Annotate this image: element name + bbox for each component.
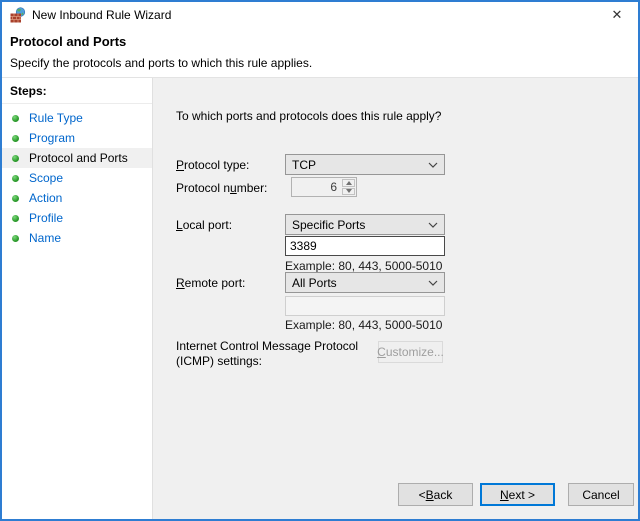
- cancel-button[interactable]: Cancel: [568, 483, 634, 506]
- question-text: To which ports and protocols does this r…: [176, 109, 442, 123]
- protocol-type-combobox[interactable]: TCP: [285, 154, 445, 175]
- icmp-settings-label: Internet Control Message Protocol (ICMP)…: [176, 339, 358, 369]
- firewall-icon: [10, 7, 26, 23]
- local-port-combobox[interactable]: Specific Ports: [285, 214, 445, 235]
- page-title: Protocol and Ports: [10, 34, 127, 49]
- step-bullet-icon: [12, 214, 19, 222]
- protocol-type-value: TCP: [292, 157, 316, 172]
- step-bullet-icon: [12, 134, 19, 142]
- sidebar-step-rule-type[interactable]: Rule Type: [2, 108, 152, 128]
- close-icon[interactable]: ✕: [608, 6, 626, 24]
- customize-button: Customize...: [377, 341, 444, 363]
- wizard-header: Protocol and Ports Specify the protocols…: [2, 28, 638, 78]
- chevron-down-icon: [428, 222, 438, 228]
- title-bar[interactable]: New Inbound Rule Wizard ✕: [2, 2, 638, 28]
- step-label: Protocol and Ports: [29, 151, 128, 165]
- sidebar-step-scope[interactable]: Scope: [2, 168, 152, 188]
- steps-list: Rule Type Program Protocol and Ports Sco…: [2, 108, 152, 248]
- protocol-number-label: Protocol number:: [176, 181, 268, 195]
- remote-ports-input: [285, 296, 445, 316]
- sidebar-step-name[interactable]: Name: [2, 228, 152, 248]
- window-title: New Inbound Rule Wizard: [32, 8, 172, 22]
- local-port-example: Example: 80, 443, 5000-5010: [285, 259, 443, 273]
- protocol-number-value: 6: [330, 180, 337, 194]
- remote-port-combobox[interactable]: All Ports: [285, 272, 445, 293]
- stepper-up-icon: [342, 179, 355, 187]
- wizard-content: To which ports and protocols does this r…: [153, 78, 638, 519]
- step-bullet-icon: [12, 114, 19, 122]
- sidebar-step-action[interactable]: Action: [2, 188, 152, 208]
- protocol-number-stepper: 6: [291, 177, 357, 197]
- page-subtitle: Specify the protocols and ports to which…: [10, 56, 313, 70]
- steps-heading: Steps:: [2, 78, 152, 104]
- step-bullet-icon: [12, 154, 19, 162]
- remote-port-label: Remote port:: [176, 276, 246, 290]
- steps-sidebar: Steps: Rule Type Program Protocol and Po…: [2, 78, 153, 519]
- step-bullet-icon: [12, 234, 19, 242]
- chevron-down-icon: [428, 280, 438, 286]
- step-bullet-icon: [12, 174, 19, 182]
- next-button[interactable]: Next >: [480, 483, 555, 506]
- local-ports-input[interactable]: [285, 236, 445, 256]
- sidebar-step-profile[interactable]: Profile: [2, 208, 152, 228]
- icmp-label-line2: (ICMP) settings:: [176, 354, 263, 368]
- sidebar-step-program[interactable]: Program: [2, 128, 152, 148]
- step-label: Scope: [29, 171, 64, 185]
- step-bullet-icon: [12, 194, 19, 202]
- protocol-type-label: Protocol type:: [176, 158, 250, 172]
- step-label: Profile: [29, 211, 64, 225]
- step-label: Program: [29, 131, 76, 145]
- chevron-down-icon: [428, 162, 438, 168]
- back-button[interactable]: < Back: [398, 483, 473, 506]
- step-label: Action: [29, 191, 63, 205]
- stepper-down-icon: [342, 187, 355, 195]
- icmp-label-line1: Internet Control Message Protocol: [176, 339, 359, 353]
- sidebar-step-protocol-and-ports[interactable]: Protocol and Ports: [2, 148, 152, 168]
- step-label: Name: [29, 231, 62, 245]
- remote-port-example: Example: 80, 443, 5000-5010: [285, 318, 443, 332]
- wizard-window: New Inbound Rule Wizard ✕ Protocol and P…: [0, 0, 640, 521]
- remote-port-value: All Ports: [292, 275, 337, 290]
- local-port-label: Local port:: [176, 218, 233, 232]
- local-port-value: Specific Ports: [292, 217, 366, 232]
- step-label: Rule Type: [29, 111, 83, 125]
